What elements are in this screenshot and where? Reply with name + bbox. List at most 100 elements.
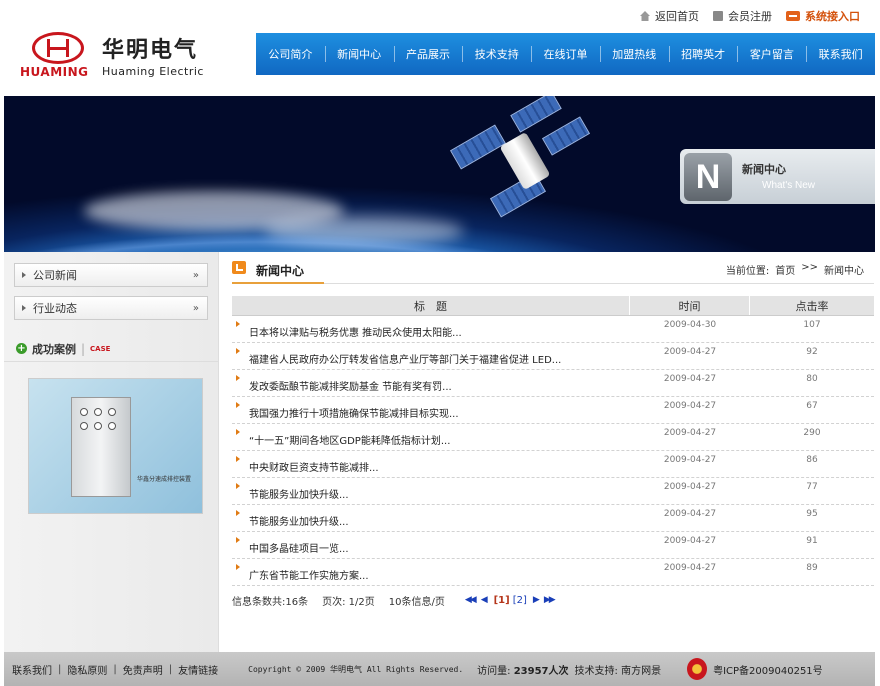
- home-link-label: 返回首页: [655, 10, 699, 23]
- breadcrumb-home-link[interactable]: 首页: [775, 262, 795, 277]
- police-badge-icon[interactable]: [687, 658, 708, 680]
- last-page-icon[interactable]: ▶▶: [544, 595, 556, 605]
- sidebar-item-label: 行业动态: [33, 302, 77, 315]
- copyright: Copyright © 2009 华明电气 All Rights Reserve…: [248, 664, 464, 674]
- nav-item-about[interactable]: 公司简介: [256, 33, 325, 75]
- double-chevron-icon: »: [192, 269, 199, 281]
- page-title: 新闻中心: [256, 264, 305, 278]
- news-clicks: 89: [806, 563, 818, 573]
- footer-link-privacy[interactable]: 隐私原则: [67, 662, 107, 677]
- bullet-icon: [236, 429, 240, 435]
- news-date: 2009-04-27: [663, 563, 717, 573]
- system-login-link[interactable]: 系统接入口: [786, 8, 860, 24]
- sidebar-item-label: 公司新闻: [33, 269, 77, 282]
- next-page-icon[interactable]: ▶: [533, 595, 540, 605]
- pagination: 信息条数共:16条 页次: 1/2页 10条信息/页 ◀◀ ◀ [1] [2] …: [232, 592, 874, 608]
- news-date: 2009-04-27: [663, 428, 717, 438]
- column-header-time: 时间: [630, 296, 750, 315]
- news-title-link[interactable]: 节能服务业加快升级...: [232, 486, 630, 501]
- nav-item-contact[interactable]: 联系我们: [806, 33, 875, 75]
- section-title-icon: [232, 261, 246, 274]
- nav-item-franchise[interactable]: 加盟热线: [599, 33, 669, 75]
- news-date: 2009-04-27: [663, 509, 717, 519]
- news-title-link[interactable]: 日本将以津贴与税务优惠 推动民众使用太阳能...: [232, 324, 630, 339]
- sidebar-item-industry-news[interactable]: 行业动态 »: [14, 296, 208, 320]
- sidebar-item-company-news[interactable]: 公司新闻 »: [14, 263, 208, 287]
- footer-separator: |: [58, 663, 62, 675]
- footer-links: 联系我们 | 隐私原则 | 免责声明 | 友情链接: [12, 662, 218, 677]
- news-title-link[interactable]: “十一五”期间各地区GDP能耗降低指标计划...: [232, 432, 630, 447]
- bullet-icon: [236, 456, 240, 462]
- table-row[interactable]: 我国强力推行十项措施确保节能减排目标实现... 2009-04-27 67: [232, 397, 874, 424]
- divider: |: [81, 341, 86, 356]
- nav-item-news[interactable]: 新闻中心: [324, 33, 394, 75]
- visits-value: 23957人次: [513, 665, 569, 677]
- page-2-link[interactable]: [2]: [513, 595, 527, 606]
- news-title-link[interactable]: 广东省节能工作实施方案...: [232, 567, 630, 582]
- news-title-link[interactable]: 发改委酝酿节能减排奖励基金 节能有奖有罚...: [232, 378, 630, 393]
- case-image-caption: 华鑫分速成排控装置: [137, 476, 192, 483]
- current-page: [1]: [493, 594, 510, 606]
- table-row[interactable]: 中国多晶硅项目一览... 2009-04-27 91: [232, 532, 874, 559]
- case-product-image[interactable]: 华鑫分速成排控装置: [28, 378, 203, 514]
- table-row[interactable]: 广东省节能工作实施方案... 2009-04-27 89: [232, 559, 874, 586]
- home-icon: [640, 11, 650, 21]
- news-clicks: 95: [806, 509, 818, 519]
- header: HUAMING 华明电气 Huaming Electric 返回首页 会员注册 …: [0, 0, 880, 95]
- first-page-icon[interactable]: ◀◀: [465, 595, 477, 605]
- total-count: 信息条数共:16条: [232, 596, 309, 608]
- news-date: 2009-04-30: [663, 320, 717, 330]
- table-row[interactable]: 福建省人民政府办公厅转发省信息产业厅等部门关于福建省促进 LED... 2009-…: [232, 343, 874, 370]
- news-date: 2009-04-27: [663, 455, 717, 465]
- news-clicks: 80: [806, 374, 818, 384]
- nav-item-products[interactable]: 产品展示: [393, 33, 463, 75]
- nav-item-jobs[interactable]: 招聘英才: [668, 33, 738, 75]
- footer-link-disclaimer[interactable]: 免责声明: [123, 662, 163, 677]
- news-clicks: 91: [806, 536, 818, 546]
- news-title-link[interactable]: 中央财政巨资支持节能减排...: [232, 459, 630, 474]
- logo-emblem-icon: [32, 32, 84, 64]
- news-clicks: 77: [806, 482, 818, 492]
- plus-circle-icon: +: [16, 343, 27, 354]
- table-body: 日本将以津贴与税务优惠 推动民众使用太阳能... 2009-04-30 107 福建省…: [232, 316, 874, 586]
- icp-record[interactable]: 粤ICP备2009040251号: [713, 662, 823, 677]
- register-link[interactable]: 会员注册: [713, 8, 772, 24]
- footer: 联系我们 | 隐私原则 | 免责声明 | 友情链接 Copyright © 20…: [4, 652, 875, 686]
- table-row[interactable]: “十一五”期间各地区GDP能耗降低指标计划... 2009-04-27 290: [232, 424, 874, 451]
- system-login-label: 系统接入口: [805, 10, 860, 23]
- news-clicks: 86: [806, 455, 818, 465]
- table-row[interactable]: 发改委酝酿节能减排奖励基金 节能有奖有罚... 2009-04-27 80: [232, 370, 874, 397]
- prev-page-icon[interactable]: ◀: [481, 595, 488, 605]
- footer-link-contact[interactable]: 联系我们: [12, 662, 52, 677]
- news-title-link[interactable]: 福建省人民政府办公厅转发省信息产业厅等部门关于福建省促进 LED...: [232, 351, 630, 366]
- news-clicks: 290: [803, 428, 821, 438]
- bullet-icon: [236, 537, 240, 543]
- nav-item-messages[interactable]: 客户留言: [737, 33, 806, 75]
- news-date: 2009-04-27: [663, 347, 717, 357]
- bullet-icon: [236, 375, 240, 381]
- news-title-link[interactable]: 中国多晶硅项目一览...: [232, 540, 630, 555]
- logo[interactable]: HUAMING 华明电气 Huaming Electric: [20, 28, 220, 82]
- main-content: 新闻中心 当前位置: 首页 >> 新闻中心 标 题 时间 点击率 日本将以津贴与…: [232, 258, 874, 618]
- table-header: 标 题 时间 点击率: [232, 296, 874, 316]
- top-links: 返回首页 会员注册 系统接入口: [626, 8, 860, 24]
- table-row[interactable]: 日本将以津贴与税务优惠 推动民众使用太阳能... 2009-04-30 107: [232, 316, 874, 343]
- per-page-info: 10条信息/页: [388, 596, 445, 608]
- table-row[interactable]: 节能服务业加快升级... 2009-04-27 77: [232, 478, 874, 505]
- bullet-icon: [236, 483, 240, 489]
- table-row[interactable]: 中央财政巨资支持节能减排... 2009-04-27 86: [232, 451, 874, 478]
- login-arrow-icon: [786, 11, 800, 21]
- footer-link-friends[interactable]: 友情链接: [178, 662, 218, 677]
- table-row[interactable]: 节能服务业加快升级... 2009-04-27 95: [232, 505, 874, 532]
- nav-item-orders[interactable]: 在线订单: [531, 33, 600, 75]
- news-badge-letter: N: [684, 153, 732, 201]
- news-title-link[interactable]: 节能服务业加快升级...: [232, 513, 630, 528]
- arrow-right-icon: [22, 305, 26, 311]
- nav-item-support[interactable]: 技术支持: [462, 33, 531, 75]
- news-center-badge: N 新闻中心 What's New: [680, 149, 875, 204]
- news-clicks: 107: [803, 320, 821, 330]
- home-link[interactable]: 返回首页: [640, 8, 699, 24]
- news-title-link[interactable]: 我国强力推行十项措施确保节能减排目标实现...: [232, 405, 630, 420]
- sidebar: 公司新闻 » 行业动态 » + 成功案例 | CASE 华鑫分速成排控装置: [4, 252, 219, 652]
- logo-cn-text: 华明电气: [102, 38, 199, 63]
